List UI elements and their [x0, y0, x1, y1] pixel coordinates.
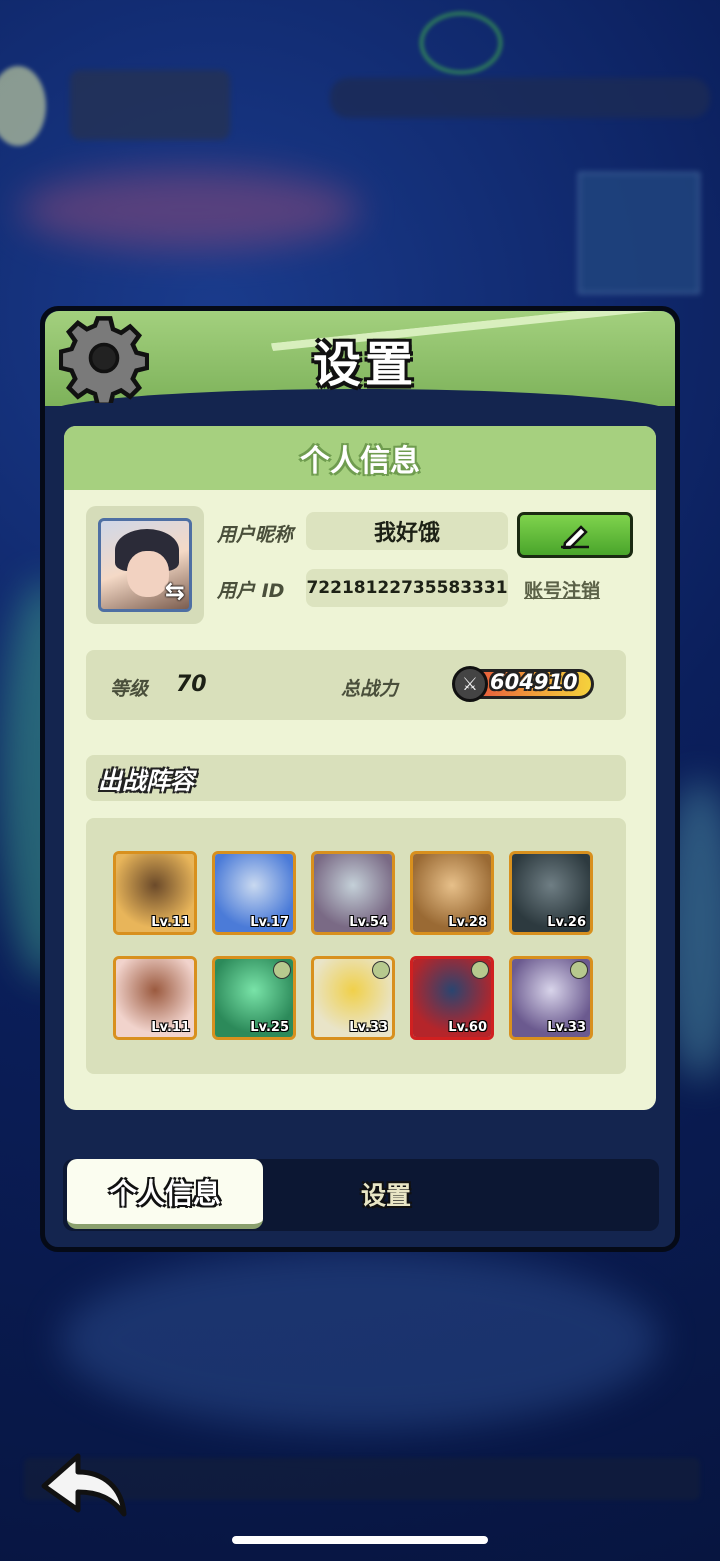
- hero-level: Lv.26: [547, 915, 586, 930]
- lineup-grid: Lv.11 Lv.17 Lv.54 Lv.28 Lv.26 Lv.11 Lv.25 Lv.33…: [86, 818, 626, 1074]
- hero-rank-icon: [471, 961, 489, 979]
- hero-rank-icon: [372, 961, 390, 979]
- tab-settings[interactable]: 设置: [331, 1159, 441, 1229]
- nickname-label: 用户昵称: [217, 524, 294, 546]
- cancel-account-link[interactable]: 账号注销: [524, 576, 600, 603]
- back-arrow-icon[interactable]: [38, 1448, 130, 1520]
- hero-card[interactable]: Lv.17: [212, 851, 296, 935]
- background-blob: [60, 1250, 660, 1430]
- tab-bar: 个人信息 设置: [63, 1159, 659, 1231]
- hero-level: Lv.11: [151, 1020, 190, 1035]
- background-ring: [420, 12, 502, 74]
- hero-card[interactable]: Lv.33: [311, 956, 395, 1040]
- power-value: 604910: [490, 670, 578, 694]
- background-player-hud: [70, 70, 230, 140]
- avatar[interactable]: ⇆: [98, 518, 192, 612]
- user-id-field: 72218122735583331: [306, 569, 508, 607]
- hero-level: Lv.33: [349, 1020, 388, 1035]
- background-resource-bar: [330, 78, 710, 118]
- hero-rank-icon: [570, 961, 588, 979]
- power-badge: ⚔ 604910: [452, 666, 604, 702]
- hero-level: Lv.54: [349, 915, 388, 930]
- panel-title: 设置: [312, 337, 417, 393]
- edit-nickname-button[interactable]: [517, 512, 633, 558]
- hero-card[interactable]: Lv.28: [410, 851, 494, 935]
- settings-panel: 设置 个人信息 ⇆ 用户昵称 我好饿 用户 ID 722181227355833…: [40, 306, 680, 1252]
- hero-level: Lv.11: [151, 915, 190, 930]
- hero-card[interactable]: Lv.11: [113, 851, 197, 935]
- nickname-field: 我好饿: [306, 512, 508, 550]
- gear-icon: [59, 316, 149, 403]
- hero-level: Lv.17: [250, 915, 289, 930]
- hero-card[interactable]: Lv.11: [113, 956, 197, 1040]
- pencil-icon: [561, 525, 589, 549]
- crossed-swords-icon: ⚔: [452, 666, 488, 702]
- hero-level: Lv.28: [448, 915, 487, 930]
- background-blob: [20, 170, 360, 250]
- hero-card[interactable]: Lv.33: [509, 956, 593, 1040]
- avatar-face: [127, 551, 169, 597]
- swap-avatar-icon[interactable]: ⇆: [165, 577, 185, 605]
- background-minimap: [578, 172, 700, 294]
- hero-card[interactable]: Lv.26: [509, 851, 593, 935]
- power-label: 总战力: [341, 678, 399, 700]
- tab-personal-info[interactable]: 个人信息: [67, 1159, 263, 1229]
- avatar-frame[interactable]: ⇆: [86, 506, 204, 624]
- hero-card[interactable]: Lv.54: [311, 851, 395, 935]
- hero-rank-icon: [273, 961, 291, 979]
- hero-level: Lv.60: [448, 1020, 487, 1035]
- hero-level: Lv.33: [547, 1020, 586, 1035]
- level-value: 70: [176, 672, 207, 697]
- section-title: 个人信息: [64, 426, 656, 490]
- background-avatar-circle: [0, 66, 46, 146]
- personal-info-card: 个人信息 ⇆ 用户昵称 我好饿 用户 ID 72218122735583331 …: [64, 426, 656, 1110]
- lineup-title: 出战阵容: [86, 755, 626, 801]
- hero-level: Lv.25: [250, 1020, 289, 1035]
- hero-card[interactable]: Lv.60: [410, 956, 494, 1040]
- home-indicator[interactable]: [232, 1536, 488, 1544]
- user-id-label: 用户 ID: [217, 580, 285, 602]
- level-label: 等级: [110, 678, 149, 700]
- stats-row: 等级 70 总战力 ⚔ 604910: [86, 650, 626, 720]
- panel-header: 设置: [45, 311, 675, 406]
- hero-card[interactable]: Lv.25: [212, 956, 296, 1040]
